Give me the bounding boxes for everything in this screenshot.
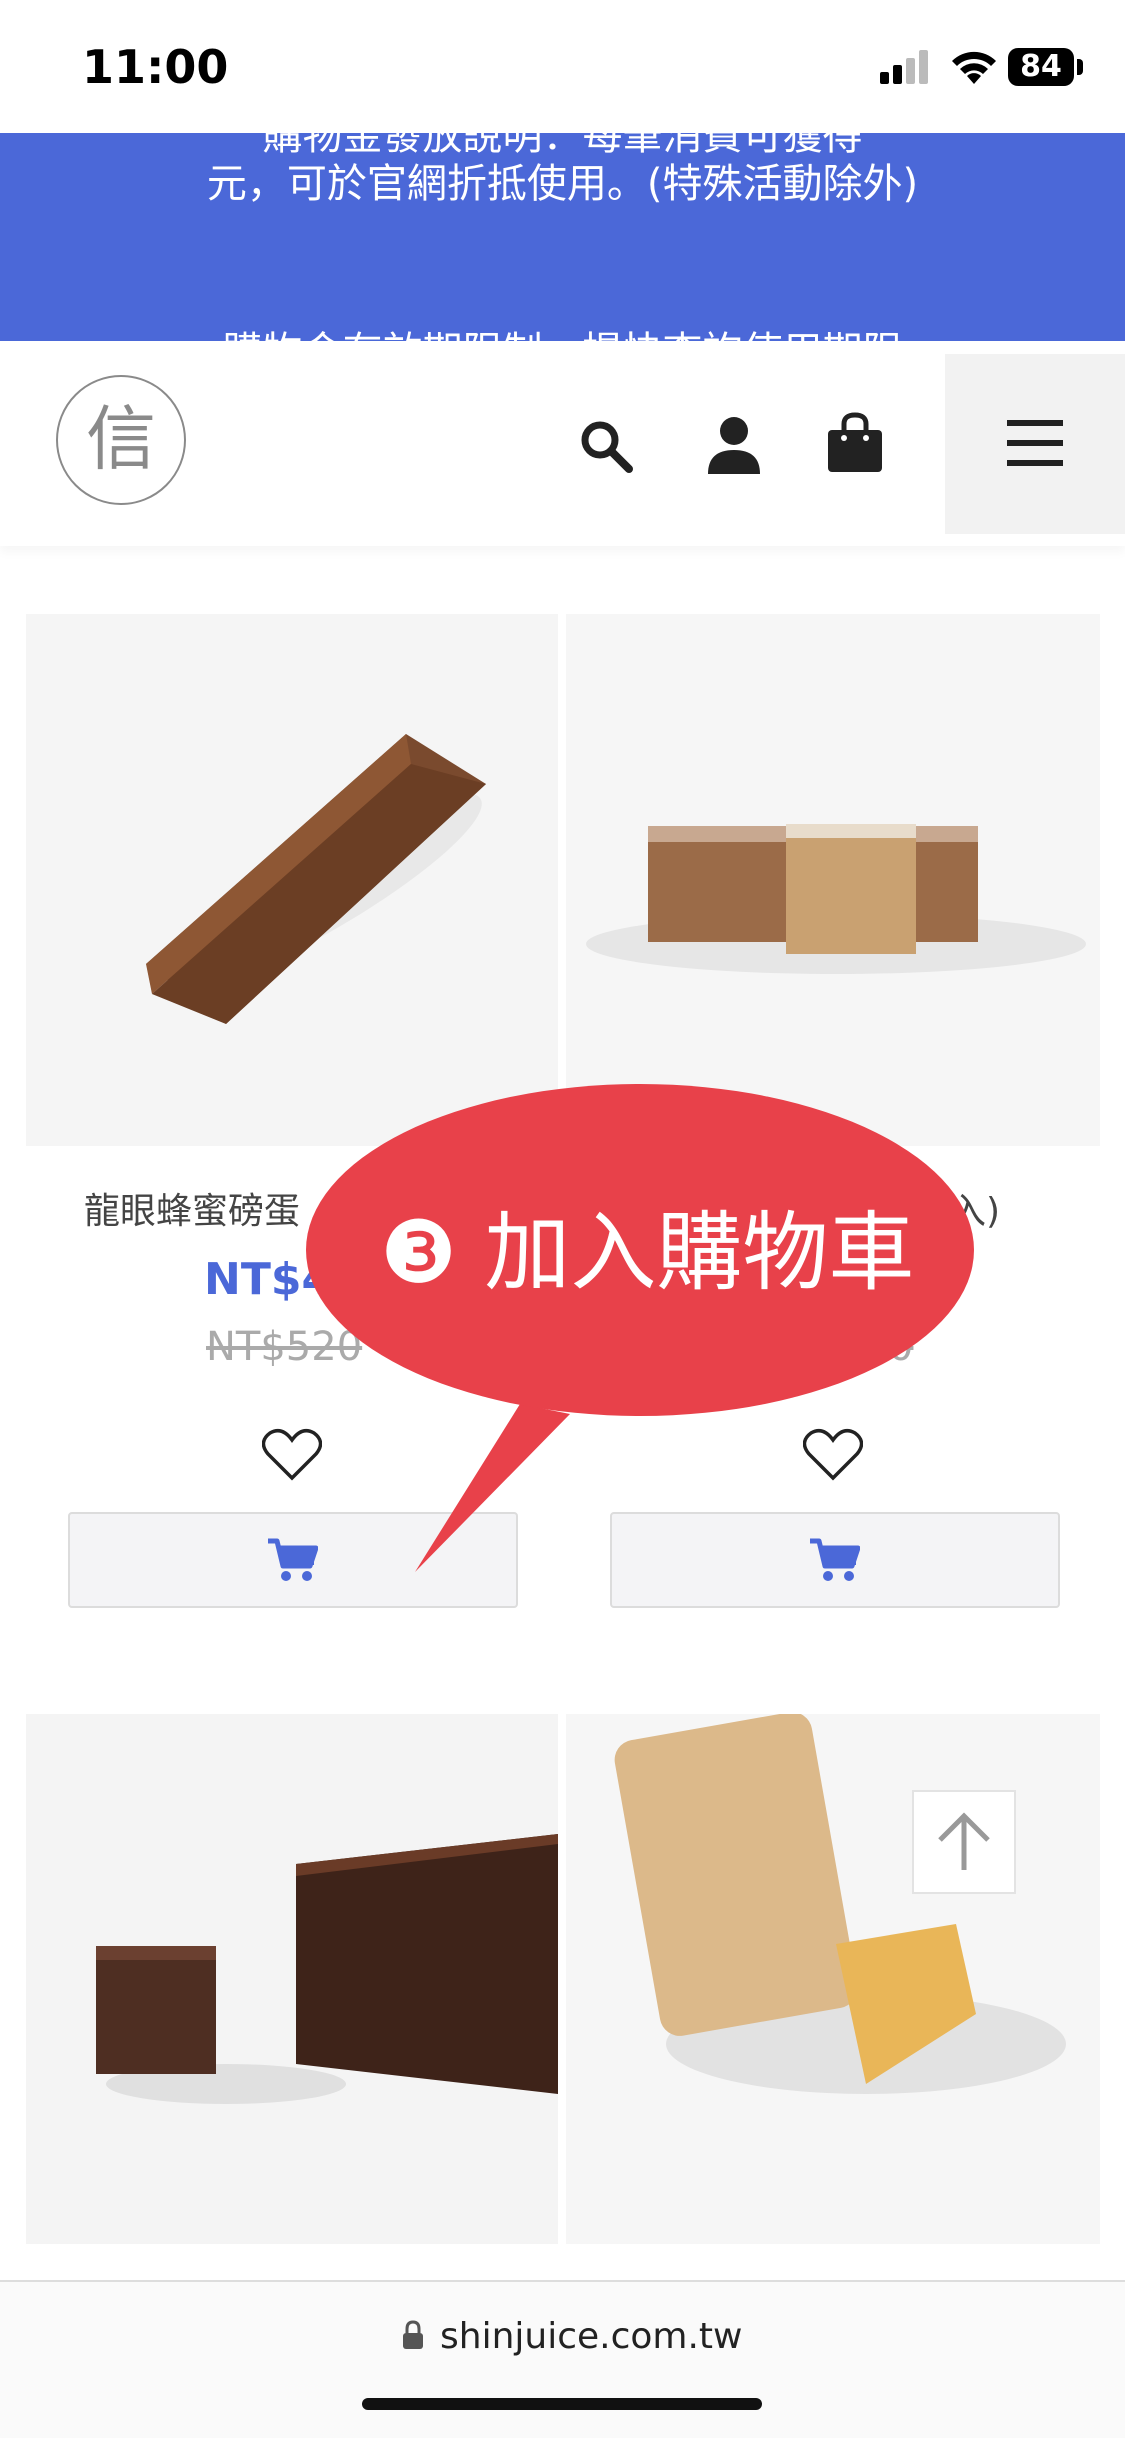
honey-pound-cake-image — [146, 734, 486, 1024]
shopping-bag-icon[interactable] — [826, 412, 884, 474]
product-image[interactable] — [566, 614, 1100, 1146]
account-icon[interactable] — [706, 416, 762, 474]
promo-text-line-2: 購物金有效期限制，提快查詢使用期限 — [0, 319, 1125, 341]
fruit-pound-cake-image — [586, 824, 1086, 974]
product-image[interactable] — [26, 614, 558, 1146]
promo-text-line-1: 元，可於官網折抵使用。(特殊活動除外) — [206, 161, 919, 207]
battery-indicator: 84 — [1008, 48, 1074, 86]
original-pound-cake-image — [614, 1712, 1066, 2094]
promo-banner: 購物金發放說明：每筆消費可獲得 元，可於官網折抵使用。(特殊活動除外) 購物金有… — [0, 133, 1125, 341]
home-indicator[interactable] — [362, 2398, 762, 2410]
product-image[interactable] — [26, 1714, 558, 2244]
cellular-signal-icon — [880, 50, 928, 84]
arrow-up-icon — [938, 1812, 990, 1870]
lock-icon — [403, 2320, 423, 2349]
status-time: 11:00 — [82, 40, 229, 94]
callout-text: ❸ 加入購物車 — [380, 1203, 915, 1303]
product-image[interactable] — [566, 1712, 1100, 2244]
wifi-icon — [952, 51, 996, 84]
chocolate-pound-cake-image — [96, 1834, 558, 2104]
scroll-to-top-button[interactable] — [912, 1790, 1016, 1894]
url-text[interactable]: shinjuice.com.tw — [440, 2316, 742, 2357]
hamburger-menu-icon[interactable] — [1007, 420, 1063, 466]
site-logo[interactable]: 信 — [56, 375, 186, 505]
callout-bubble — [306, 1084, 974, 1572]
product-name[interactable]: 龍眼蜂蜜磅蛋 — [84, 1182, 300, 1234]
search-icon[interactable] — [578, 418, 634, 474]
browser-url-bar[interactable] — [0, 2280, 1125, 2438]
battery-tip — [1077, 59, 1083, 75]
